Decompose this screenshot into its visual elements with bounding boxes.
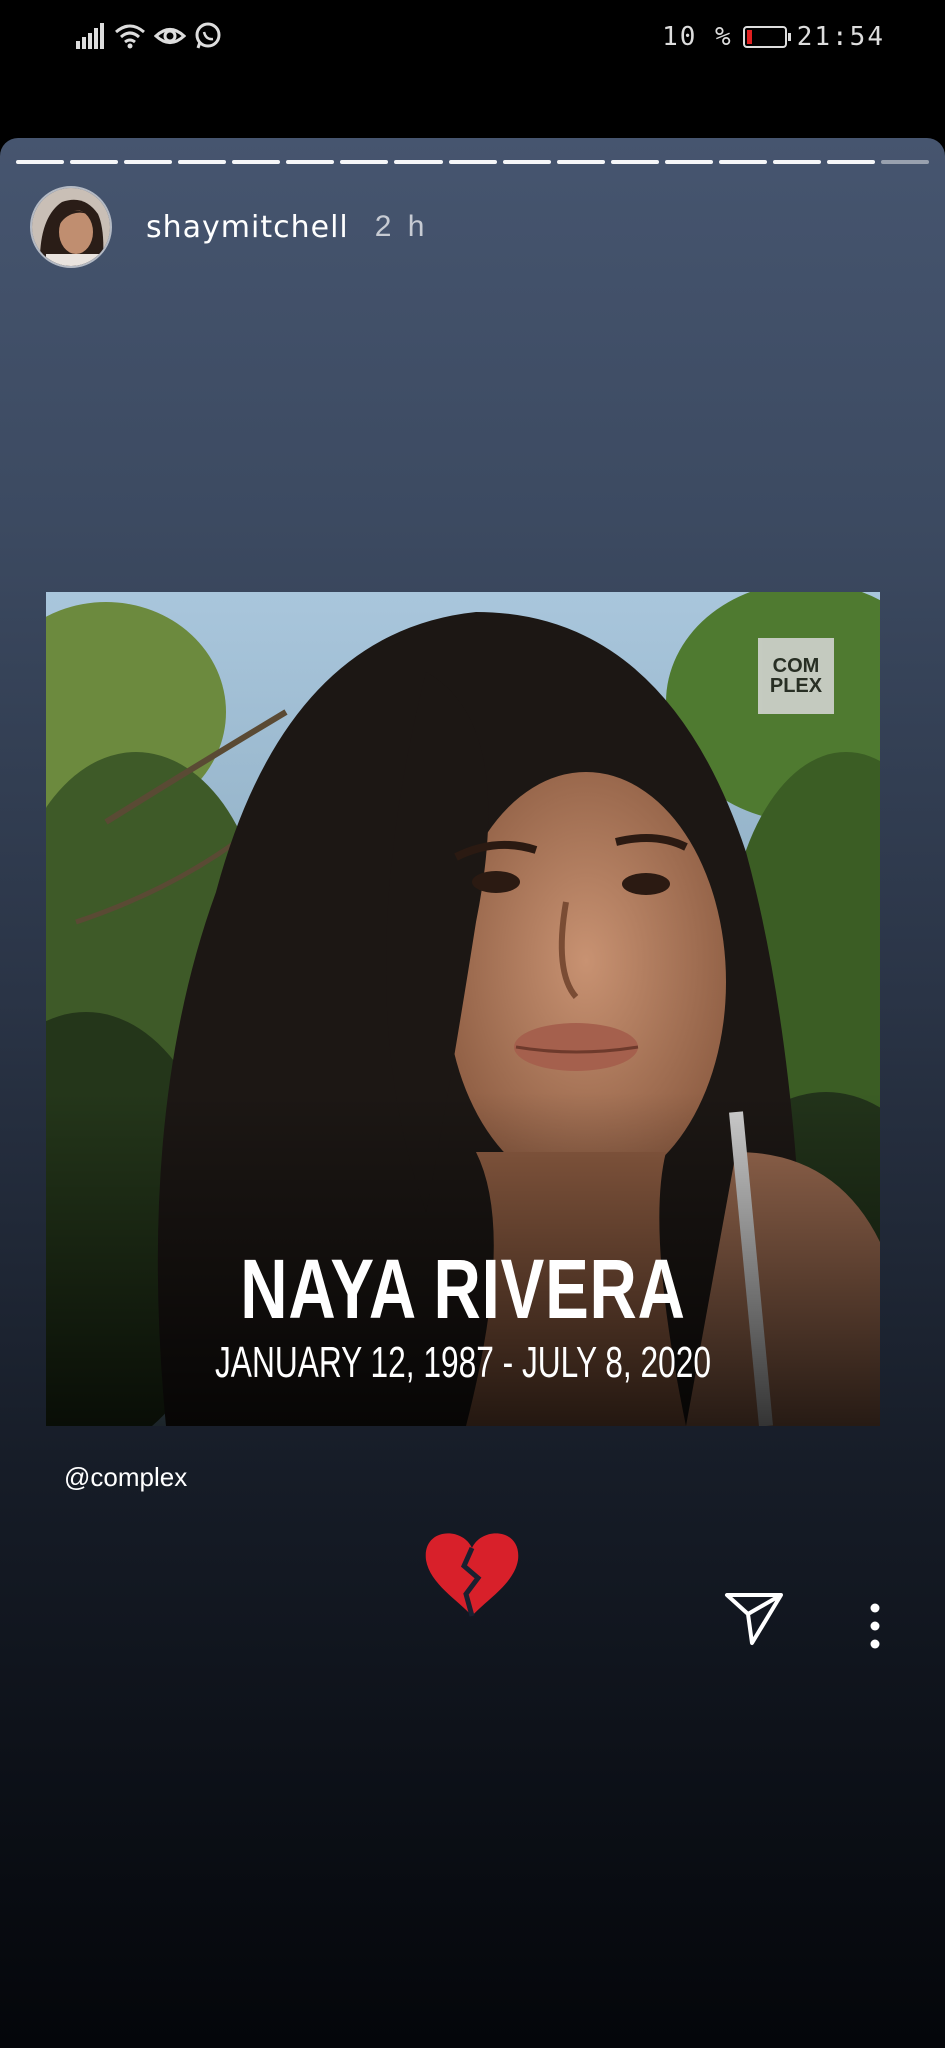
progress-segment <box>772 160 821 164</box>
memorial-name: NAYA RIVERA <box>240 1242 686 1336</box>
progress-segment <box>448 160 497 164</box>
progress-segment <box>70 160 119 164</box>
post-caption: NAYA RIVERA JANUARY 12, 1987 - JULY 8, 2… <box>46 1244 880 1388</box>
avatar[interactable] <box>30 186 112 268</box>
eye-icon <box>154 28 186 44</box>
shared-post-image[interactable]: COM PLEX NAYA RIVERA JANUARY 12, 1987 - … <box>46 592 880 1426</box>
story-viewer[interactable]: shaymitchell 2 h COM PLEX NAYA RIVERA JA… <box>0 138 945 2048</box>
story-username[interactable]: shaymitchell <box>146 210 349 245</box>
whatsapp-icon <box>195 22 221 49</box>
complex-logo: COM PLEX <box>758 638 834 714</box>
progress-segment <box>124 160 173 164</box>
progress-segment <box>556 160 605 164</box>
progress-segment <box>502 160 551 164</box>
progress-segment <box>718 160 767 164</box>
progress-segment <box>881 160 930 164</box>
story-timestamp: 2 h <box>374 210 429 243</box>
progress-segment <box>178 160 227 164</box>
clock: 21:54 <box>796 22 885 52</box>
send-icon[interactable] <box>724 1592 784 1646</box>
progress-segment <box>664 160 713 164</box>
battery-icon <box>742 26 791 48</box>
wifi-icon <box>115 24 145 49</box>
status-icons-left <box>76 22 222 50</box>
more-options-icon[interactable] <box>868 1602 882 1650</box>
progress-segment <box>340 160 389 164</box>
battery-percent: 10 % <box>662 22 733 52</box>
story-progress-bar <box>16 160 930 164</box>
progress-segment <box>394 160 443 164</box>
progress-segment <box>232 160 281 164</box>
broken-heart-icon <box>425 1533 519 1617</box>
mention-sticker[interactable]: @complex <box>64 1462 187 1493</box>
progress-segment <box>610 160 659 164</box>
status-bar: 10 % 21:54 <box>0 0 945 80</box>
progress-segment <box>16 160 65 164</box>
progress-segment <box>826 160 875 164</box>
memorial-dates: JANUARY 12, 1987 - JULY 8, 2020 <box>214 1338 712 1387</box>
story-header: shaymitchell 2 h <box>30 186 428 268</box>
status-icons-right: 10 % 21:54 <box>662 22 885 52</box>
progress-segment <box>286 160 335 164</box>
signal-icon <box>76 23 104 49</box>
